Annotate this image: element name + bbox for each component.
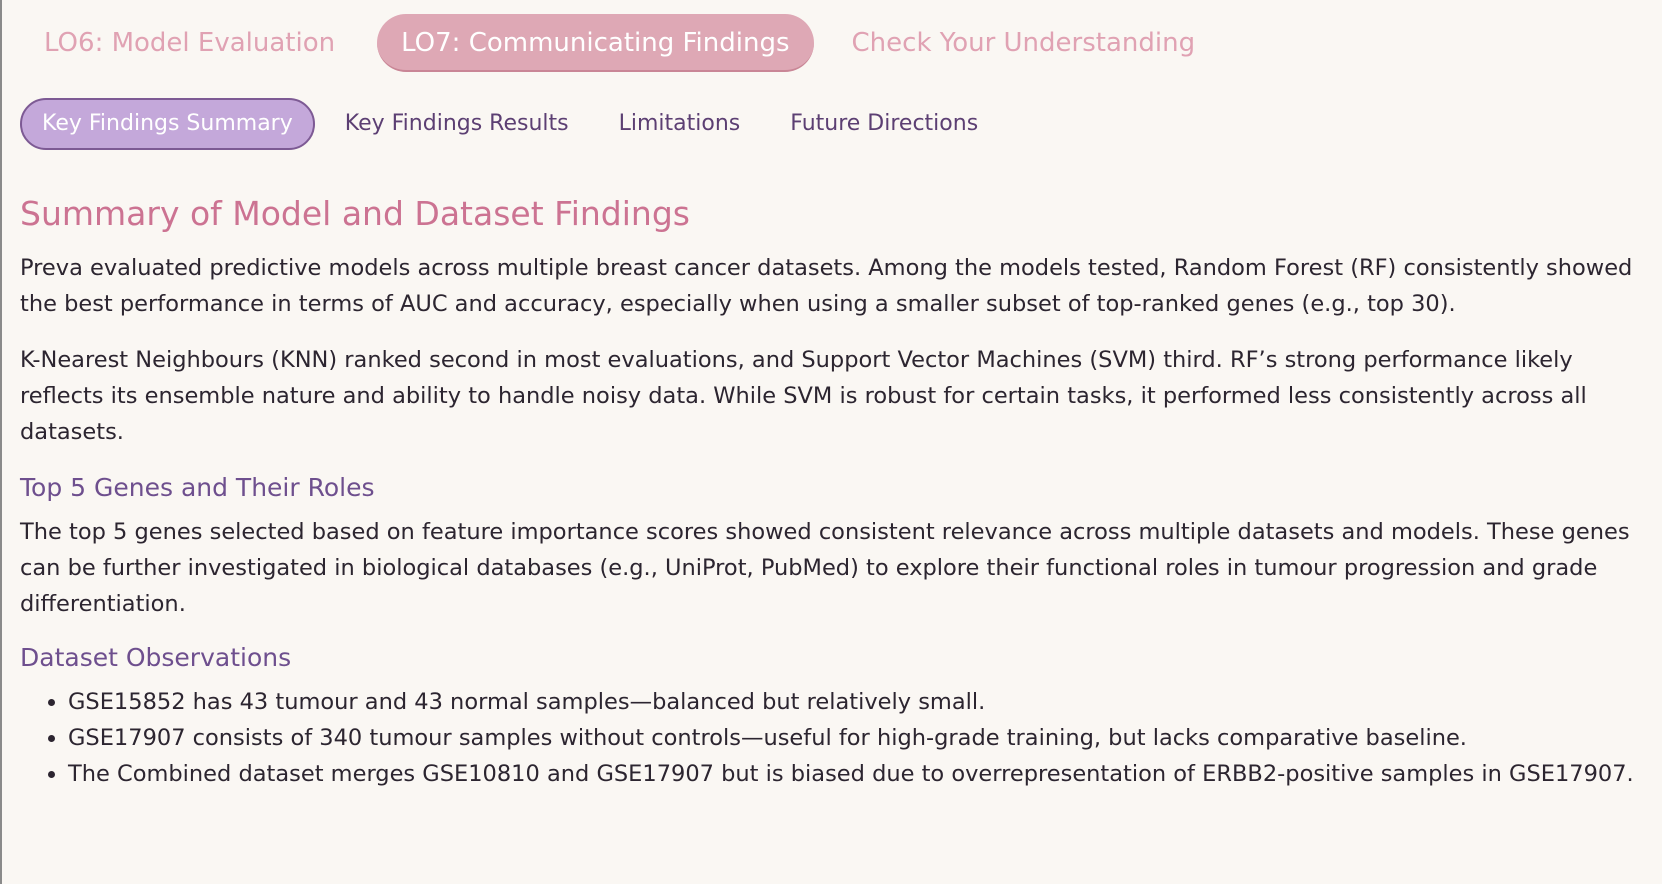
list-item: GSE17907 consists of 340 tumour samples … — [68, 720, 1650, 756]
secondary-tab-bar: Key Findings Summary Key Findings Result… — [20, 98, 1008, 150]
tab-future-directions[interactable]: Future Directions — [770, 99, 998, 149]
tab-check-your-understanding[interactable]: Check Your Understanding — [834, 14, 1214, 72]
tab-key-findings-results[interactable]: Key Findings Results — [325, 99, 589, 149]
top-genes-paragraph: The top 5 genes selected based on featur… — [20, 519, 1630, 617]
dataset-observations-heading: Dataset Observations — [20, 643, 292, 672]
primary-tab-bar: LO6: Model Evaluation LO7: Communicating… — [26, 14, 1229, 72]
tab-key-findings-summary[interactable]: Key Findings Summary — [20, 98, 315, 150]
summary-paragraph-2: K-Nearest Neighbours (KNN) ranked second… — [20, 347, 1587, 445]
page-title: Summary of Model and Dataset Findings — [20, 194, 690, 233]
tab-limitations[interactable]: Limitations — [599, 99, 761, 149]
list-item: GSE15852 has 43 tumour and 43 normal sam… — [68, 684, 1650, 720]
top-genes-heading: Top 5 Genes and Their Roles — [20, 473, 375, 502]
summary-paragraph-1: Preva evaluated predictive models across… — [20, 255, 1633, 317]
list-item: The Combined dataset merges GSE10810 and… — [68, 756, 1650, 792]
dataset-observations-list: GSE15852 has 43 tumour and 43 normal sam… — [20, 684, 1650, 792]
content-panel: Summary of Model and Dataset Findings Pr… — [20, 192, 1650, 792]
window-left-border — [0, 0, 2, 884]
tab-lo7-communicating-findings[interactable]: LO7: Communicating Findings — [377, 14, 814, 72]
tab-lo6-model-evaluation[interactable]: LO6: Model Evaluation — [26, 14, 353, 72]
